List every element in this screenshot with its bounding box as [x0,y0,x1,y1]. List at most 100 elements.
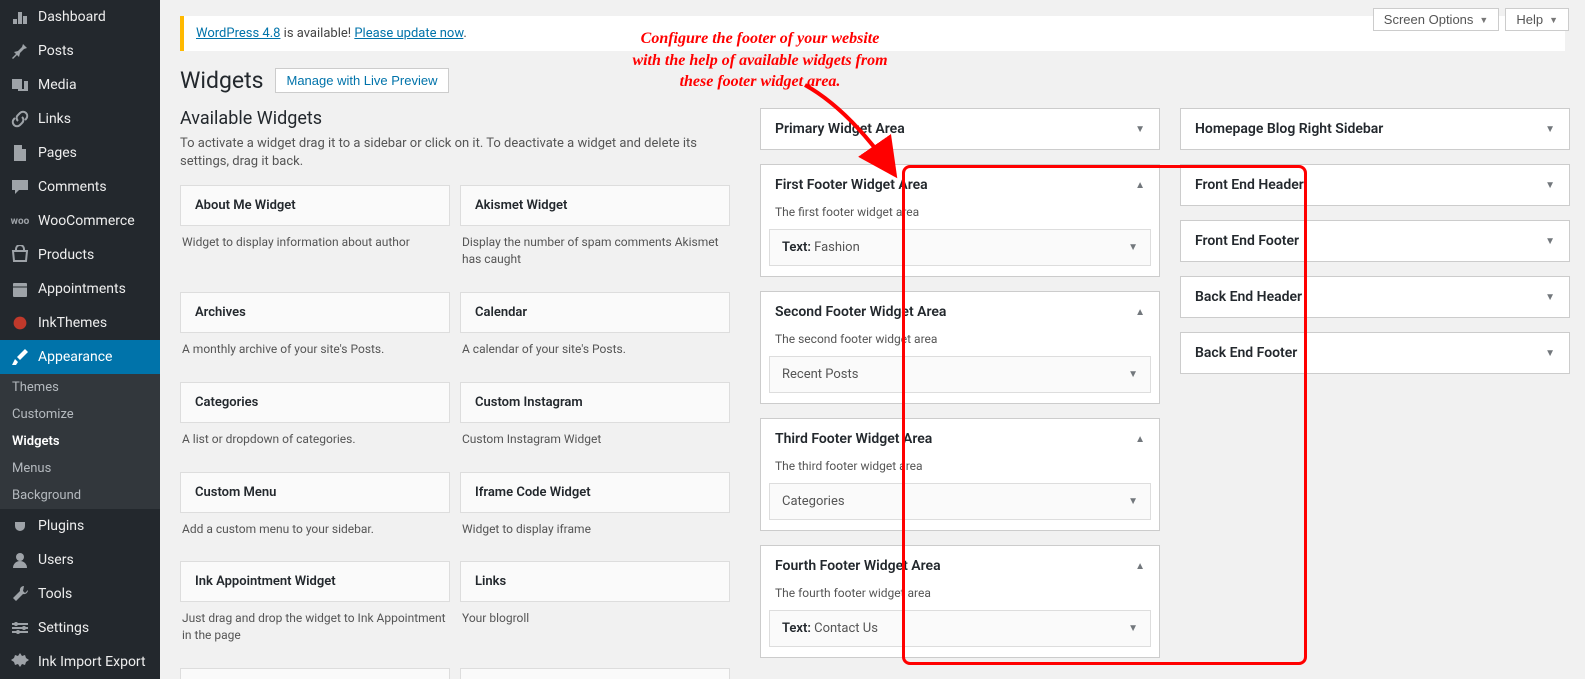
widget-title[interactable]: Akismet Widget [460,185,730,226]
wordpress-version-link[interactable]: WordPress 4.8 [196,26,280,41]
woocommerce-icon: woo [10,211,30,231]
chevron-down-icon: ▼ [1549,15,1558,25]
submenu-customize[interactable]: Customize [0,401,160,428]
right-widget-areas-column: Homepage Blog Right Sidebar ▼ Front End … [1180,108,1570,388]
inner-widget-value: Contact Us [811,621,878,636]
widget-ink-appointment: Ink Appointment Widget Just drag and dro… [180,561,450,658]
sidebar-item-products[interactable]: Products [0,238,160,272]
sidebar-item-ink-import-export[interactable]: Ink Import Export [0,645,160,679]
screen-options-button[interactable]: Screen Options▼ [1373,8,1500,31]
sidebar-item-dashboard[interactable]: Dashboard [0,0,160,34]
inner-widget-label: Categories [782,494,845,509]
sidebar-item-tools[interactable]: Tools [0,577,160,611]
sidebar-item-appointments[interactable]: Appointments [0,272,160,306]
help-button[interactable]: Help ▼ [1505,8,1569,31]
sidebar-item-inkthemes[interactable]: InkThemes [0,306,160,340]
widget-title[interactable]: Links [460,561,730,602]
chevron-up-icon: ▲ [1135,434,1145,445]
top-buttons: Screen Options▼ Help ▼ [1373,8,1569,31]
panel-header[interactable]: Front End Header ▼ [1181,165,1569,205]
sidebar-item-label: Media [38,77,150,93]
sidebar-item-woocommerce[interactable]: woo WooCommerce [0,204,160,238]
widget-archives: Archives A monthly archive of your site'… [180,292,450,372]
sidebar-item-label: Comments [38,179,150,195]
sidebar-item-label: InkThemes [38,315,150,331]
assigned-widget-text-contact-us[interactable]: Text: Contact Us ▼ [769,610,1151,647]
submenu-widgets[interactable]: Widgets [0,428,160,455]
sidebar-item-posts[interactable]: Posts [0,34,160,68]
assigned-widget-text-fashion[interactable]: Text: Fashion ▼ [769,229,1151,266]
sidebar-item-users[interactable]: Users [0,543,160,577]
sidebar-item-pages[interactable]: Pages [0,136,160,170]
page-title: Widgets [180,67,263,94]
widget-title[interactable]: Meta [180,668,450,679]
sidebar-item-label: Tools [38,586,150,602]
inkthemes-icon [10,313,30,333]
inner-widget-label: Recent Posts [782,367,858,382]
wrench-icon [10,584,30,604]
panel-header[interactable]: Second Footer Widget Area ▲ [761,292,1159,332]
sidebar-item-label: Settings [38,620,150,636]
widget-desc: A list or dropdown of categories. [180,423,450,462]
panel-header[interactable]: Homepage Blog Right Sidebar ▼ [1181,109,1569,149]
chevron-down-icon: ▼ [1545,292,1555,303]
update-now-link[interactable]: Please update now [354,26,463,41]
help-label: Help [1516,12,1543,27]
panel-title: Homepage Blog Right Sidebar [1195,121,1383,137]
widget-title[interactable]: Custom Menu [180,472,450,513]
widget-desc: A monthly archive of your site's Posts. [180,333,450,372]
panel-second-footer-widget-area: Second Footer Widget Area ▲ The second f… [760,291,1160,404]
submenu-background[interactable]: Background [0,482,160,509]
sidebar-item-label: Plugins [38,518,150,534]
panel-header[interactable]: First Footer Widget Area ▲ [761,165,1159,205]
chevron-down-icon: ▼ [1128,623,1138,634]
widget-title[interactable]: Pages [460,668,730,679]
submenu-themes[interactable]: Themes [0,374,160,401]
widget-title[interactable]: Ink Appointment Widget [180,561,450,602]
pin-icon [10,41,30,61]
widget-custom-menu: Custom Menu Add a custom menu to your si… [180,472,450,552]
panel-header[interactable]: Back End Footer ▼ [1181,333,1569,373]
chevron-up-icon: ▲ [1135,307,1145,318]
chevron-down-icon: ▼ [1128,369,1138,380]
sidebar-item-label: Dashboard [38,9,150,25]
chevron-up-icon: ▲ [1135,180,1145,191]
widget-title[interactable]: Categories [180,382,450,423]
chevron-down-icon: ▼ [1545,348,1555,359]
manage-live-preview-button[interactable]: Manage with Live Preview [275,68,448,93]
assigned-widget-recent-posts[interactable]: Recent Posts ▼ [769,356,1151,393]
widget-title[interactable]: Iframe Code Widget [460,472,730,513]
widget-title[interactable]: Custom Instagram [460,382,730,423]
sidebar-item-links[interactable]: Links [0,102,160,136]
appearance-submenu: Themes Customize Widgets Menus Backgroun… [0,374,160,509]
panel-header[interactable]: Back End Header ▼ [1181,277,1569,317]
panel-header[interactable]: Fourth Footer Widget Area ▲ [761,546,1159,586]
chevron-down-icon: ▼ [1135,124,1145,135]
assigned-widget-categories[interactable]: Categories ▼ [769,483,1151,520]
sidebar-item-settings[interactable]: Settings [0,611,160,645]
panel-header[interactable]: Primary Widget Area ▼ [761,109,1159,149]
link-icon [10,109,30,129]
submenu-menus[interactable]: Menus [0,455,160,482]
widget-desc: Just drag and drop the widget to Ink App… [180,602,450,658]
widget-title[interactable]: Archives [180,292,450,333]
panel-desc: The fourth footer widget area [761,586,1159,610]
panel-title: Primary Widget Area [775,121,905,137]
panel-desc: The third footer widget area [761,459,1159,483]
panel-title: Front End Header [1195,177,1304,193]
settings-icon [10,618,30,638]
sidebar-item-appearance[interactable]: Appearance [0,340,160,374]
panel-header[interactable]: Front End Footer ▼ [1181,221,1569,261]
widget-desc: Custom Instagram Widget [460,423,730,462]
sidebar-item-plugins[interactable]: Plugins [0,509,160,543]
sidebar-item-media[interactable]: Media [0,68,160,102]
widget-title[interactable]: About Me Widget [180,185,450,226]
sidebar-item-comments[interactable]: Comments [0,170,160,204]
dashboard-icon [10,7,30,27]
panel-first-footer-widget-area: First Footer Widget Area ▲ The first foo… [760,164,1160,277]
chevron-down-icon: ▼ [1545,180,1555,191]
widget-pages: Pages A list of your site's Pages. [460,668,730,679]
panel-header[interactable]: Third Footer Widget Area ▲ [761,419,1159,459]
widget-title[interactable]: Calendar [460,292,730,333]
widget-desc: Widget to display iframe [460,513,730,552]
